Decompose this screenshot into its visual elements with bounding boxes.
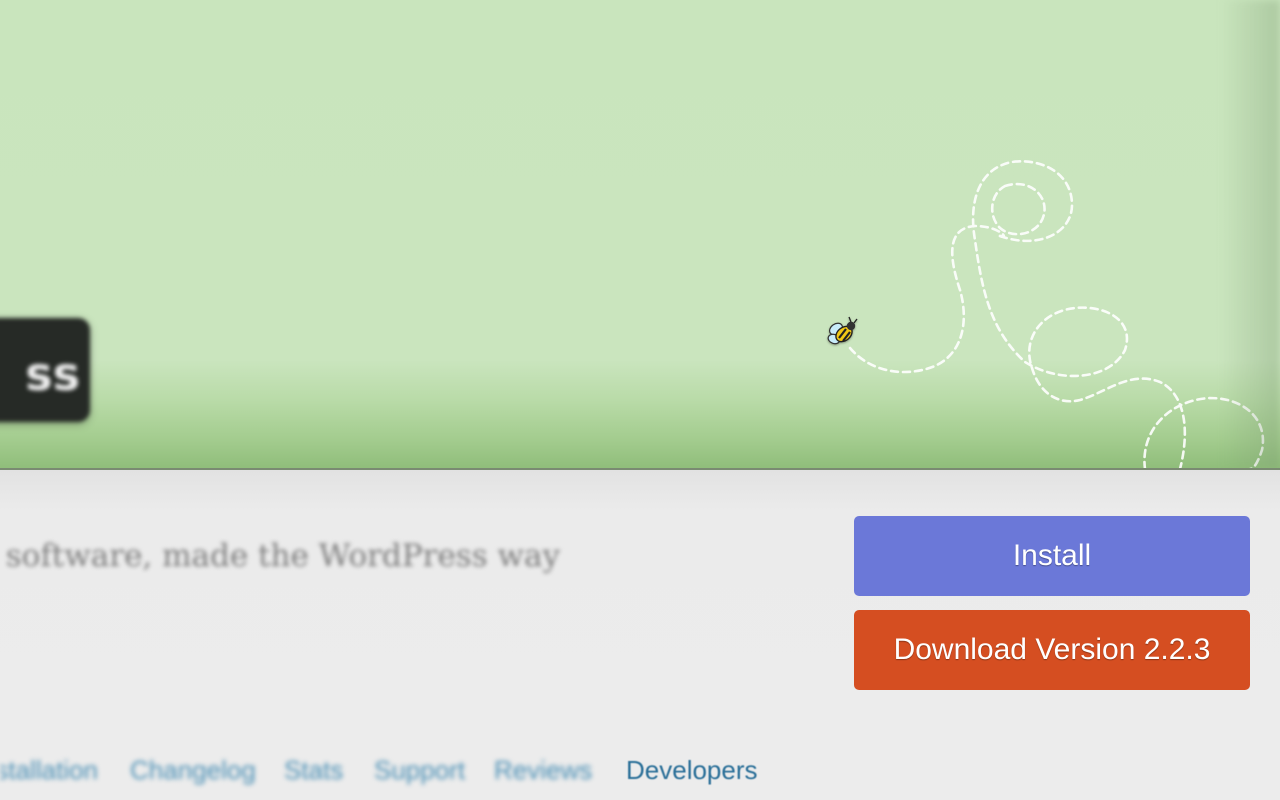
- plugin-title-text: ss: [25, 347, 80, 401]
- bee-icon: [827, 316, 858, 345]
- bee-flight-path: [848, 160, 1265, 469]
- tab-developers[interactable]: Developers: [626, 748, 758, 792]
- plugin-page: ss um software, made the WordPress way I…: [0, 0, 1280, 800]
- plugin-tagline: um software, made the WordPress way: [0, 538, 560, 574]
- plugin-tabs: Installation Changelog Stats Support Rev…: [0, 748, 1280, 792]
- tab-changelog[interactable]: Changelog: [130, 748, 256, 792]
- banner-shadow: [1220, 0, 1280, 469]
- tab-stats[interactable]: Stats: [284, 748, 343, 792]
- plugin-banner: ss: [0, 0, 1280, 469]
- install-button[interactable]: Install: [854, 516, 1250, 596]
- download-button[interactable]: Download Version 2.2.3: [854, 610, 1250, 690]
- tab-reviews[interactable]: Reviews: [494, 748, 592, 792]
- tab-installation[interactable]: Installation: [0, 748, 98, 792]
- tab-support[interactable]: Support: [374, 748, 465, 792]
